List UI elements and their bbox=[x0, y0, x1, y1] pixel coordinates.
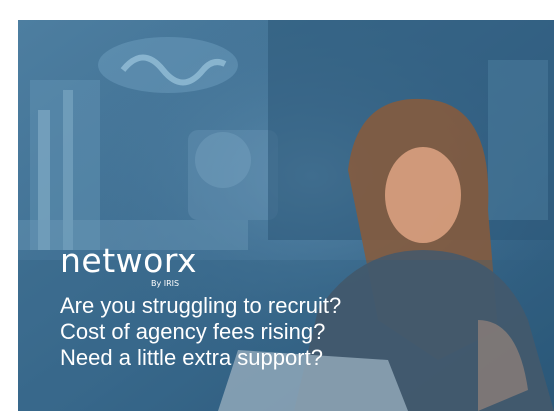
ad-banner: networx By IRIS Are you struggling to re… bbox=[0, 0, 554, 411]
headline-line-3: Need a little extra support? bbox=[60, 345, 323, 370]
brand-name: networx bbox=[60, 241, 198, 280]
brand-byline: By IRIS bbox=[151, 279, 180, 288]
headline-line-2: Cost of agency fees rising? bbox=[60, 319, 326, 344]
headline-line-1: Are you struggling to recruit? bbox=[60, 293, 342, 318]
headline-block: Are you struggling to recruit? Cost of a… bbox=[60, 293, 341, 371]
networx-logo: networx By IRIS bbox=[60, 241, 198, 288]
